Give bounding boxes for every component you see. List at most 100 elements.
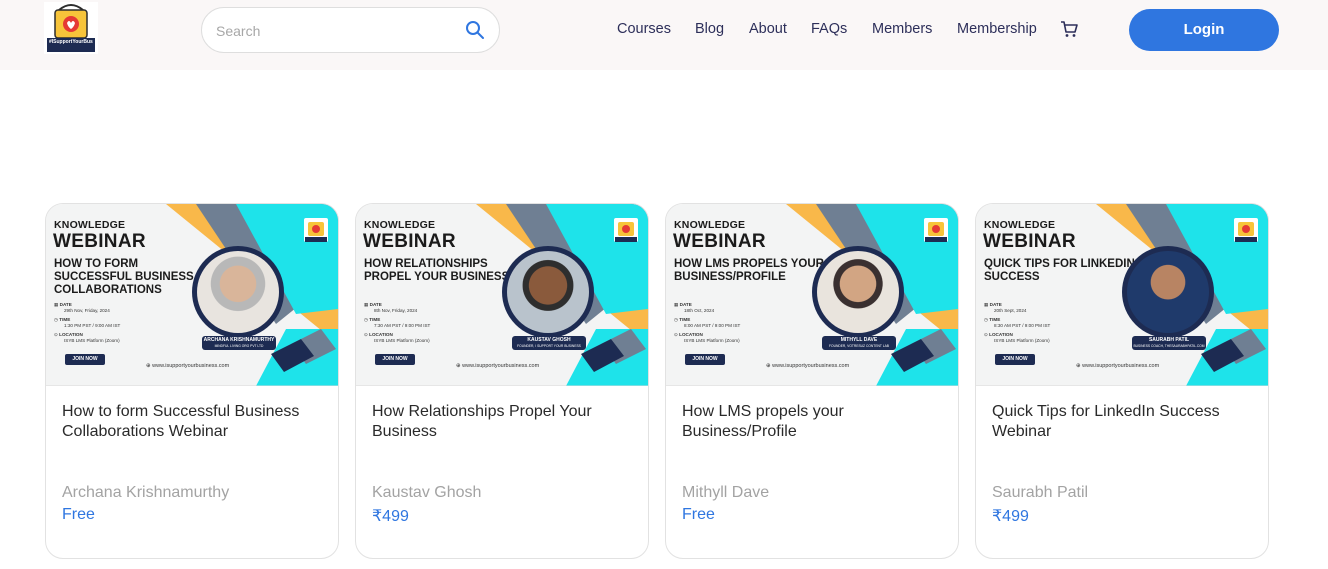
banner-time: 8:00 AM PST / 9:00 PM IST [684, 323, 741, 328]
banner-time-label: TIME [59, 317, 71, 322]
banner-topic: HOW TO FORM SUCCESSFUL BUSINESS COLLABOR… [54, 258, 194, 296]
course-title[interactable]: Quick Tips for LinkedIn Success Webinar [992, 402, 1254, 442]
course-price: ₹499 [992, 508, 1029, 525]
course-card-1[interactable]: KNOWLEDGE WEBINAR HOW TO FORM SUCCESSFUL… [45, 203, 339, 559]
banner-topic: HOW LMS PROPELS YOUR BUSINESS/PROFILE [674, 258, 824, 283]
speaker-photo [192, 246, 284, 338]
banner-heading: WEBINAR [53, 231, 146, 252]
banner-join-button: JOIN NOW [995, 354, 1035, 365]
speaker-name: ARCHANA KRISHNAMURTHY [203, 337, 275, 343]
banner-heading: WEBINAR [363, 231, 456, 252]
banner-location-label: LOCATION [369, 332, 393, 337]
speaker-org: BUSINESS COACH, THESAURABHPATIL.COM [1133, 344, 1205, 348]
nav-about[interactable]: About [749, 21, 787, 41]
banner-time: 1:30 PM PST / 9:00 AM IST [64, 323, 121, 328]
banner-date-label: DATE [369, 302, 382, 307]
banner-url: ⊕ www.isupportyourbusiness.com [1076, 363, 1159, 369]
speaker-portrait [817, 251, 899, 333]
course-card-3[interactable]: KNOWLEDGE WEBINAR HOW LMS PROPELS YOUR B… [665, 203, 959, 559]
course-banner-image[interactable]: KNOWLEDGE WEBINAR QUICK TIPS FOR LINKEDI… [976, 204, 1268, 386]
course-card-4[interactable]: KNOWLEDGE WEBINAR QUICK TIPS FOR LINKEDI… [975, 203, 1269, 559]
logo-text: #ISupportYourBusiness [49, 39, 93, 45]
course-title[interactable]: How to form Successful Business Collabor… [62, 402, 324, 442]
speaker-photo [1122, 246, 1214, 338]
banner-join-button: JOIN NOW [65, 354, 105, 365]
banner-date-label: DATE [679, 302, 692, 307]
site-header: #ISupportYourBusiness Courses Blog About… [0, 0, 1328, 70]
banner-topic: QUICK TIPS FOR LINKEDIN SUCCESS [984, 258, 1135, 283]
course-title[interactable]: How LMS propels your Business/Profile [682, 402, 944, 442]
banner-url-text: www.isupportyourbusiness.com [462, 363, 540, 369]
banner-heading: WEBINAR [983, 231, 1076, 252]
banner-time-label: TIME [679, 317, 691, 322]
banner-url-text: www.isupportyourbusiness.com [1082, 363, 1160, 369]
banner-location-label: LOCATION [679, 332, 703, 337]
course-price: ₹499 [372, 508, 409, 525]
speaker-org: FOUNDER, I SUPPORT YOUR BUSINESS [517, 344, 581, 348]
site-logo[interactable]: #ISupportYourBusiness [44, 2, 98, 54]
speaker-name-tag: KAUSTAV GHOSH FOUNDER, I SUPPORT YOUR BU… [512, 336, 586, 350]
search-input[interactable] [216, 20, 456, 42]
speaker-photo [812, 246, 904, 338]
banner-location: ISYB LMS Platform (Zoom) [374, 338, 430, 343]
banner-details: ▦ DATE 20th Sept, 2024 ◷ TIME 8:30 AM PST … [984, 302, 1050, 344]
banner-time-label: TIME [369, 317, 381, 322]
banner-date: 8th Nov, Friday, 2024 [374, 308, 418, 313]
banner-kicker: KNOWLEDGE [984, 219, 1056, 231]
banner-date: 29th Nov, Friday, 2024 [64, 308, 110, 313]
search-icon[interactable] [465, 20, 485, 40]
banner-date: 18th Oct, 2024 [684, 308, 715, 313]
banner-time: 7:30 AM PST / 9:00 PM IST [374, 323, 431, 328]
banner-date: 20th Sept, 2024 [994, 308, 1027, 313]
banner-location-label: LOCATION [989, 332, 1013, 337]
nav-membership[interactable]: Membership [957, 21, 1037, 41]
course-banner-image[interactable]: KNOWLEDGE WEBINAR HOW RELATIONSHIPS PROP… [356, 204, 648, 386]
course-price: Free [62, 506, 95, 523]
banner-location: ISYB LMS Platform (Zoom) [64, 338, 120, 343]
banner-details: ▦ DATE 18th Oct, 2024 ◷ TIME 8:00 AM PST /… [674, 302, 740, 344]
nav-blog[interactable]: Blog [695, 21, 724, 41]
shopping-bag-logo-icon [47, 4, 95, 52]
nav-members[interactable]: Members [872, 21, 932, 41]
login-button[interactable]: Login [1129, 9, 1279, 51]
nav-faqs[interactable]: FAQs [811, 21, 847, 41]
speaker-name-tag: SAURABH PATIL BUSINESS COACH, THESAURABH… [1132, 336, 1206, 350]
course-author: Archana Krishnamurthy [62, 484, 230, 501]
banner-date-label: DATE [989, 302, 1002, 307]
banner-heading: WEBINAR [673, 231, 766, 252]
banner-topic: HOW RELATIONSHIPS PROPEL YOUR BUSINESS [364, 258, 510, 283]
speaker-name: SAURABH PATIL [1148, 337, 1190, 343]
speaker-name-tag: ARCHANA KRISHNAMURTHY MINDFUL LIVING ORG… [202, 336, 276, 350]
course-banner-image[interactable]: KNOWLEDGE WEBINAR HOW TO FORM SUCCESSFUL… [46, 204, 338, 386]
speaker-org: FOUNDER, VOTRESUZ CONTENT LAB [828, 344, 890, 348]
search-box [201, 7, 500, 53]
banner-join-button: JOIN NOW [685, 354, 725, 365]
banner-details: ▦ DATE 29th Nov, Friday, 2024 ◷ TIME 1:30 … [54, 302, 120, 344]
cart-icon[interactable] [1060, 20, 1078, 38]
speaker-name: KAUSTAV GHOSH [527, 337, 571, 343]
banner-join-button: JOIN NOW [375, 354, 415, 365]
speaker-portrait [1127, 251, 1209, 333]
course-banner-image[interactable]: KNOWLEDGE WEBINAR HOW LMS PROPELS YOUR B… [666, 204, 958, 386]
course-title[interactable]: How Relationships Propel Your Business [372, 402, 634, 442]
banner-details: ▦ DATE 8th Nov, Friday, 2024 ◷ TIME 7:30 A… [364, 302, 430, 344]
speaker-portrait [197, 251, 279, 333]
course-author: Kaustav Ghosh [372, 484, 482, 501]
course-author: Mithyll Dave [682, 484, 770, 501]
course-price: Free [682, 506, 715, 523]
course-card-2[interactable]: KNOWLEDGE WEBINAR HOW RELATIONSHIPS PROP… [355, 203, 649, 559]
banner-kicker: KNOWLEDGE [364, 219, 436, 231]
nav-courses[interactable]: Courses [617, 21, 671, 41]
course-author: Saurabh Patil [992, 484, 1089, 501]
banner-location: ISYB LMS Platform (Zoom) [994, 338, 1050, 343]
banner-url-text: www.isupportyourbusiness.com [772, 363, 850, 369]
speaker-photo [502, 246, 594, 338]
banner-kicker: KNOWLEDGE [54, 219, 126, 231]
banner-time: 8:30 AM PST / 9:00 PM IST [994, 323, 1051, 328]
banner-location-label: LOCATION [59, 332, 83, 337]
banner-url-text: www.isupportyourbusiness.com [152, 363, 230, 369]
banner-url: ⊕ www.isupportyourbusiness.com [766, 363, 849, 369]
speaker-portrait [507, 251, 589, 333]
speaker-org: MINDFUL LIVING ORG PVT LTD [214, 344, 264, 348]
banner-time-label: TIME [989, 317, 1001, 322]
